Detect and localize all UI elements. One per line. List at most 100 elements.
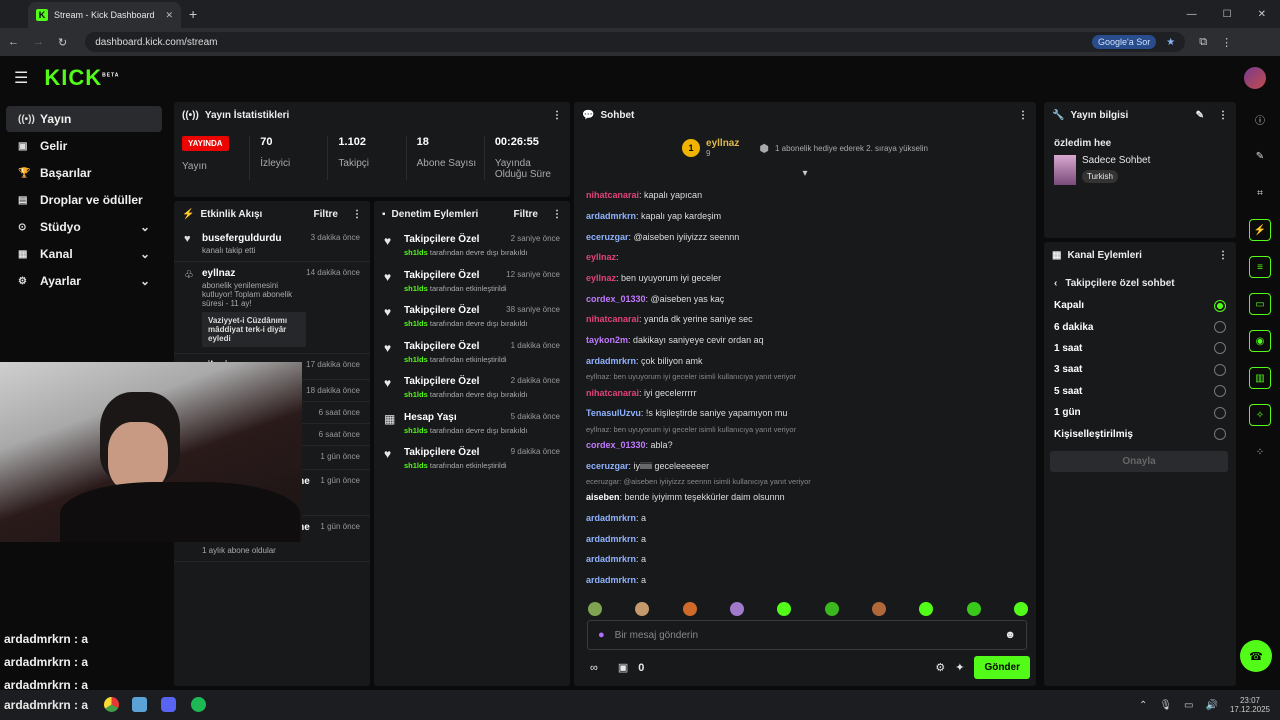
mod-user[interactable]: sh1lds xyxy=(404,248,428,257)
scan-icon[interactable]: ⌗ xyxy=(1249,182,1271,204)
wrench-icon[interactable]: ✧ xyxy=(1249,404,1271,426)
nodes-icon[interactable]: ⁘ xyxy=(1249,441,1271,463)
chat-username[interactable]: ardadmrkrn xyxy=(586,211,636,221)
chat-username[interactable]: taykon2m xyxy=(586,335,628,345)
more-icon[interactable]: ⋮ xyxy=(1218,250,1228,261)
radio-button[interactable] xyxy=(1214,385,1226,398)
browser-menu-icon[interactable]: ⋮ xyxy=(1221,36,1232,49)
mod-user[interactable]: sh1lds xyxy=(404,284,428,293)
google-ask-button[interactable]: Google'a Sor xyxy=(1091,35,1157,49)
support-button[interactable]: ☎ xyxy=(1240,640,1272,672)
chat-username[interactable]: eyllnaz xyxy=(586,252,616,262)
chat-username[interactable]: ardadmrkrn xyxy=(586,534,636,544)
chat-username[interactable]: ardadmrkrn xyxy=(586,356,636,366)
sidebar-item-ayarlar[interactable]: ⚙ Ayarlar ⌄ xyxy=(6,268,162,294)
emote-icon[interactable] xyxy=(919,602,934,616)
maximize-icon[interactable]: ☐ xyxy=(1223,9,1232,20)
radio-button[interactable] xyxy=(1214,363,1226,376)
chat-username[interactable]: cordex_01330 xyxy=(586,294,646,304)
chat-input[interactable]: ● Bir mesaj gönderin ☻ xyxy=(587,620,1027,650)
list-icon[interactable]: ≡ xyxy=(1249,256,1271,278)
chat-username[interactable]: ardadmrkrn xyxy=(586,575,636,585)
sidebar-item-gelir[interactable]: ▣ Gelir xyxy=(6,133,162,159)
display-tray-icon[interactable]: ▭ xyxy=(1184,700,1193,711)
chat-username[interactable]: nihatcanarai xyxy=(586,314,639,324)
more-icon[interactable]: ⋮ xyxy=(1018,110,1028,121)
pinned-toggle-icon[interactable]: ▾ xyxy=(574,168,1036,179)
chat-username[interactable]: eyllnaz xyxy=(586,273,616,283)
confirm-button[interactable]: Onayla xyxy=(1050,450,1228,472)
slow-mode-option[interactable]: Kapalı xyxy=(1044,295,1236,316)
mod-user[interactable]: sh1lds xyxy=(404,319,428,328)
sidebar-item-yayin[interactable]: ((•)) Yayın xyxy=(6,106,162,132)
sidebar-item-droplar[interactable]: ▤ Droplar ve ödüller xyxy=(6,187,162,213)
chat-username[interactable]: eceruzgar xyxy=(586,232,629,242)
puzzle-icon[interactable]: ✦ xyxy=(955,661,964,674)
emoji-picker-icon[interactable]: ☻ xyxy=(1004,629,1016,641)
bolt-icon[interactable]: ⚡ xyxy=(1249,219,1271,241)
radio-button[interactable] xyxy=(1214,321,1226,334)
sidebar-item-kanal[interactable]: ▦ Kanal ⌄ xyxy=(6,241,162,267)
chrome-icon[interactable] xyxy=(104,697,119,712)
emote-icon[interactable] xyxy=(777,602,792,616)
slow-mode-option[interactable]: 1 saat xyxy=(1044,338,1236,359)
emote-icon[interactable] xyxy=(824,602,839,616)
chat-username[interactable]: nihatcanarai xyxy=(586,388,639,398)
tray-chevron-icon[interactable]: ⌃ xyxy=(1139,700,1147,711)
infinity-icon[interactable]: ∞ xyxy=(590,662,598,674)
spotify-icon[interactable] xyxy=(191,697,206,712)
emote-icon[interactable] xyxy=(729,602,744,616)
bookmark-star-icon[interactable]: ★ xyxy=(1166,37,1175,48)
radio-button[interactable] xyxy=(1214,406,1226,419)
url-field[interactable]: dashboard.kick.com/stream Google'a Sor ★ xyxy=(85,32,1186,52)
chat-username[interactable]: TenasulUzvu xyxy=(586,408,641,418)
mod-user[interactable]: sh1lds xyxy=(404,355,428,364)
chat-username[interactable]: ardadmrkrn xyxy=(586,554,636,564)
filter-button[interactable]: Filtre xyxy=(514,209,538,220)
more-icon[interactable]: ⋮ xyxy=(552,209,562,220)
slow-mode-option[interactable]: 3 saat xyxy=(1044,359,1236,380)
radio-button[interactable] xyxy=(1214,299,1226,312)
back-header[interactable]: ‹ Takipçilere özel sohbet xyxy=(1044,268,1236,295)
chat-bubble-icon[interactable]: ▭ xyxy=(1249,293,1271,315)
slow-mode-option[interactable]: Kişiselleştirilmiş xyxy=(1044,423,1236,444)
emote-icon[interactable] xyxy=(1013,602,1028,616)
edit-icon[interactable]: ✎ xyxy=(1196,110,1204,121)
discord-icon[interactable] xyxy=(161,697,176,712)
window-close-icon[interactable]: ✕ xyxy=(1258,9,1266,20)
extensions-icon[interactable]: ⧉ xyxy=(1199,36,1207,49)
slow-mode-option[interactable]: 1 gün xyxy=(1044,402,1236,423)
browser-tab[interactable]: K Stream - Kick Dashboard ✕ xyxy=(28,2,181,28)
emote-icon[interactable] xyxy=(966,602,981,616)
gift-box-icon[interactable]: ▣ xyxy=(618,661,628,674)
radio-button[interactable] xyxy=(1214,428,1226,441)
mic-tray-icon[interactable]: 🎙 xyxy=(1159,700,1172,711)
close-tab-icon[interactable]: ✕ xyxy=(165,10,173,21)
kick-logo[interactable]: KICKBETA xyxy=(44,65,119,91)
slow-mode-option[interactable]: 5 saat xyxy=(1044,381,1236,402)
mod-user[interactable]: sh1lds xyxy=(404,426,428,435)
hamburger-icon[interactable]: ☰ xyxy=(14,68,28,88)
broadcast-icon[interactable]: ◉ xyxy=(1249,330,1271,352)
app-icon[interactable] xyxy=(132,697,147,712)
emote-icon[interactable] xyxy=(635,602,650,616)
more-icon[interactable]: ⋮ xyxy=(552,110,562,121)
back-icon[interactable]: ‹ xyxy=(1054,278,1057,289)
back-icon[interactable]: ← xyxy=(8,36,19,48)
chat-username[interactable]: nihatcanarai xyxy=(586,190,639,200)
chat-username[interactable]: eceruzgar xyxy=(586,461,629,471)
reload-icon[interactable]: ↻ xyxy=(58,36,67,49)
emote-icon[interactable] xyxy=(588,602,602,616)
radio-button[interactable] xyxy=(1214,342,1226,355)
send-button[interactable]: Gönder xyxy=(974,656,1030,679)
chat-username[interactable]: aiseben xyxy=(586,492,620,502)
layout-icon[interactable]: ▥ xyxy=(1249,367,1271,389)
volume-icon[interactable]: 🔊 xyxy=(1206,700,1218,711)
more-icon[interactable]: ⋮ xyxy=(352,209,362,220)
user-avatar[interactable] xyxy=(1244,67,1266,89)
chat-username[interactable]: cordex_01330 xyxy=(586,440,646,450)
sidebar-item-basarilar[interactable]: 🏆 Başarılar xyxy=(6,160,162,186)
slow-mode-option[interactable]: 6 dakika xyxy=(1044,316,1236,337)
mic-icon[interactable]: ● xyxy=(598,629,605,641)
chat-username[interactable]: ardadmrkrn xyxy=(586,513,636,523)
